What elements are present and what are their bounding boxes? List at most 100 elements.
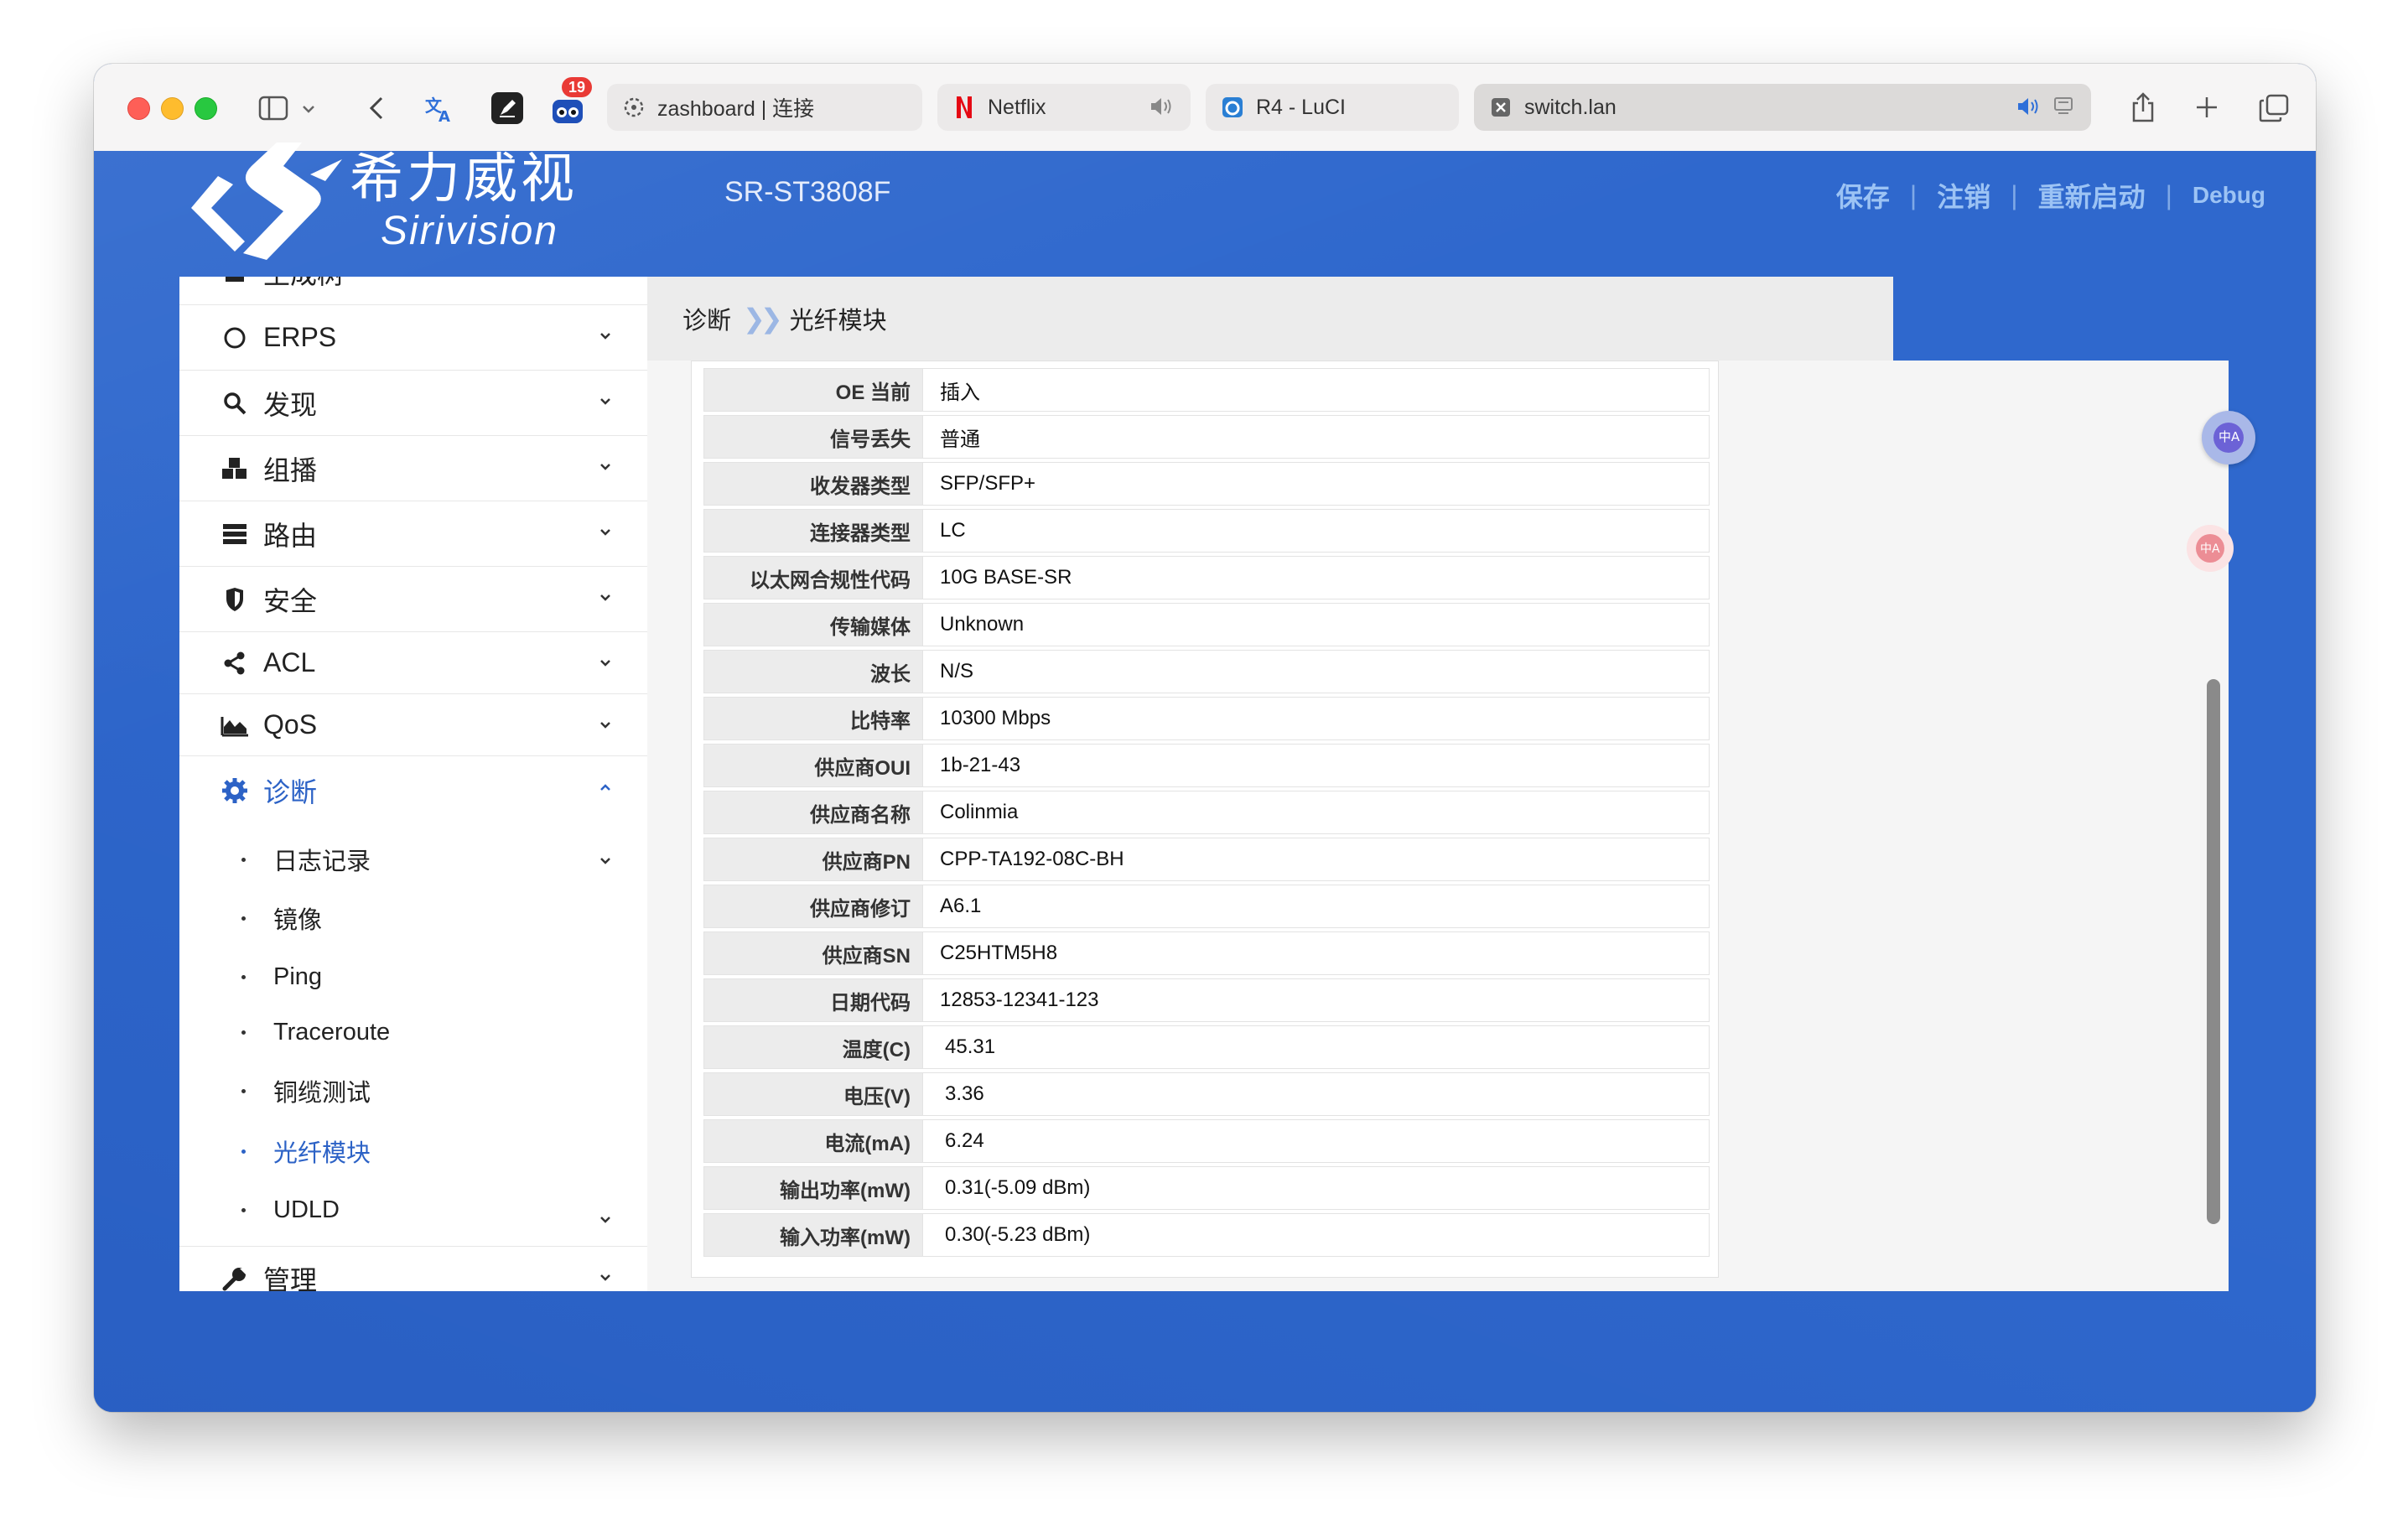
- speaker-icon[interactable]: [1149, 96, 1174, 123]
- server-icon: [218, 522, 252, 546]
- new-tab-icon[interactable]: [2192, 92, 2222, 122]
- minimize-window-button[interactable]: [161, 97, 184, 120]
- scrollbar[interactable]: [2207, 679, 2220, 1224]
- main-content: 诊断 ❯❯ 光纤模块 OE 当前 插入 信号丢失 普通 收发器类型 SFP/SFP+ 连接器…: [647, 277, 2229, 1291]
- browser-window: 文A 19 zashboard | 连接 Netflix R4 - LuCI s…: [94, 64, 2316, 1412]
- sidebar-subitem-mirror[interactable]: 镜像: [179, 889, 647, 947]
- sidebar-subitem-optical-module[interactable]: 光纤模块: [179, 1122, 647, 1181]
- table-row: 供应商OUI 1b-21-43: [703, 744, 1710, 787]
- sidebar-subitem-label: 铜缆测试: [273, 1080, 371, 1107]
- share-icon[interactable]: [2126, 89, 2160, 126]
- area-chart-icon: [218, 714, 252, 737]
- pen-extension-icon[interactable]: [491, 92, 523, 124]
- field-label: 以太网合规性代码: [703, 556, 923, 599]
- tab-switch-lan[interactable]: switch.lan: [1474, 84, 2091, 131]
- translate-float-icon[interactable]: 中A: [2187, 525, 2234, 572]
- wrench-icon: [218, 1265, 252, 1291]
- bullet: [241, 975, 246, 979]
- logout-link[interactable]: 注销: [1937, 176, 1990, 215]
- tab-label: Netflix: [988, 95, 1046, 119]
- tree-icon: [218, 277, 252, 285]
- reboot-link[interactable]: 重新启动: [2038, 176, 2146, 215]
- sidebar-subitem-ping[interactable]: Ping: [179, 947, 647, 1006]
- field-value: 插入: [923, 368, 1710, 412]
- close-tab-icon[interactable]: [1489, 96, 1513, 119]
- tab-luci[interactable]: R4 - LuCI: [1206, 84, 1459, 131]
- sidebar-item-label: 组播: [263, 454, 318, 485]
- reader-icon[interactable]: [2053, 96, 2074, 123]
- luci-icon: [1221, 96, 1244, 119]
- search-icon: [218, 391, 252, 416]
- extension-badge: 19: [562, 77, 592, 97]
- bullet: [241, 1208, 246, 1212]
- sidebar-subitem-log[interactable]: 日志记录: [179, 830, 647, 889]
- tab-label: switch.lan: [1524, 95, 1617, 119]
- sidebar-item-security[interactable]: 安全: [179, 567, 647, 632]
- sidebar-subitem-label: 光纤模块: [273, 1140, 371, 1167]
- table-row: 电流(mA) 6.24: [703, 1119, 1710, 1163]
- sidebar-item-erps[interactable]: ERPS: [179, 305, 647, 371]
- table-row: 传输媒体 Unknown: [703, 603, 1710, 646]
- sidebar-subitem-udld[interactable]: UDLD: [179, 1181, 647, 1239]
- field-label: 电压(V): [703, 1072, 923, 1116]
- speaker-icon[interactable]: [2016, 96, 2041, 123]
- sidebar-subitem-label: Traceroute: [273, 1018, 391, 1046]
- sidebar-item-discovery[interactable]: 发现: [179, 371, 647, 436]
- breadcrumb-parent[interactable]: 诊断: [682, 301, 731, 336]
- circle-icon: [218, 325, 252, 350]
- bullet: [241, 1089, 246, 1093]
- sidebar-item-label: 路由: [263, 520, 318, 551]
- field-value: C25HTM5H8: [923, 931, 1710, 975]
- table-row: 温度(C) 45.31: [703, 1025, 1710, 1069]
- translate-extension-icon[interactable]: 文A: [423, 92, 456, 126]
- sidebar-item-multicast[interactable]: 组播: [179, 436, 647, 501]
- save-link[interactable]: 保存: [1836, 176, 1890, 215]
- svg-text:A: A: [439, 108, 450, 125]
- netflix-icon: [952, 96, 976, 119]
- field-value: 45.31: [923, 1025, 1710, 1069]
- field-label: 输出功率(mW): [703, 1166, 923, 1210]
- chevron-down-icon[interactable]: [300, 101, 317, 117]
- translate-float-icon[interactable]: 中A: [2202, 411, 2255, 464]
- zoom-window-button[interactable]: [195, 97, 217, 120]
- table-row: 以太网合规性代码 10G BASE-SR: [703, 556, 1710, 599]
- field-value: 0.30(-5.23 dBm): [923, 1213, 1710, 1257]
- back-icon[interactable]: [364, 94, 389, 122]
- field-value: 普通: [923, 415, 1710, 459]
- table-row: OE 当前 插入: [703, 368, 1710, 412]
- chevron-down-icon: [599, 592, 612, 607]
- sidebar-item-spanning-tree[interactable]: 生成树: [179, 277, 647, 305]
- nav-separator: |: [2165, 179, 2172, 210]
- sidebar-item-routing[interactable]: 路由: [179, 501, 647, 567]
- game-extension-icon[interactable]: [550, 92, 585, 126]
- sidebar-item-label: 诊断: [263, 777, 318, 807]
- field-label: 供应商PN: [703, 838, 923, 881]
- sidebar-item-management[interactable]: 管理: [179, 1246, 647, 1291]
- content-body: OE 当前 插入 信号丢失 普通 收发器类型 SFP/SFP+ 连接器类型 LC 以太网合规性代…: [647, 361, 2229, 1291]
- field-label: OE 当前: [703, 368, 923, 412]
- sidebar-subitem-cable-test[interactable]: 铜缆测试: [179, 1061, 647, 1120]
- sidebar-item-diagnostics[interactable]: 诊断: [179, 756, 647, 825]
- field-label: 输入功率(mW): [703, 1213, 923, 1257]
- sidebar-item-acl[interactable]: ACL: [179, 632, 647, 694]
- field-value: LC: [923, 509, 1710, 553]
- table-row: 供应商SN C25HTM5H8: [703, 931, 1710, 975]
- field-label: 收发器类型: [703, 462, 923, 506]
- sidebar-toggle-icon[interactable]: [257, 94, 290, 122]
- tab-zashboard[interactable]: zashboard | 连接: [607, 84, 922, 131]
- field-value: CPP-TA192-08C-BH: [923, 838, 1710, 881]
- svg-text:中A: 中A: [2200, 542, 2220, 556]
- chevron-down-icon: [599, 719, 612, 734]
- field-value: Colinmia: [923, 791, 1710, 834]
- chevron-down-icon: [599, 396, 612, 411]
- sidebar-item-qos[interactable]: QoS: [179, 694, 647, 756]
- tab-netflix[interactable]: Netflix: [937, 84, 1191, 131]
- debug-link[interactable]: Debug: [2193, 182, 2265, 209]
- module-info-panel: OE 当前 插入 信号丢失 普通 收发器类型 SFP/SFP+ 连接器类型 LC 以太网合规性代…: [691, 361, 1719, 1278]
- field-label: 供应商修订: [703, 885, 923, 928]
- chevron-down-icon: [599, 330, 612, 345]
- tab-label: zashboard | 连接: [657, 97, 815, 121]
- close-window-button[interactable]: [127, 97, 150, 120]
- sidebar-subitem-traceroute[interactable]: Traceroute: [179, 1003, 647, 1061]
- tab-overview-icon[interactable]: [2257, 92, 2291, 124]
